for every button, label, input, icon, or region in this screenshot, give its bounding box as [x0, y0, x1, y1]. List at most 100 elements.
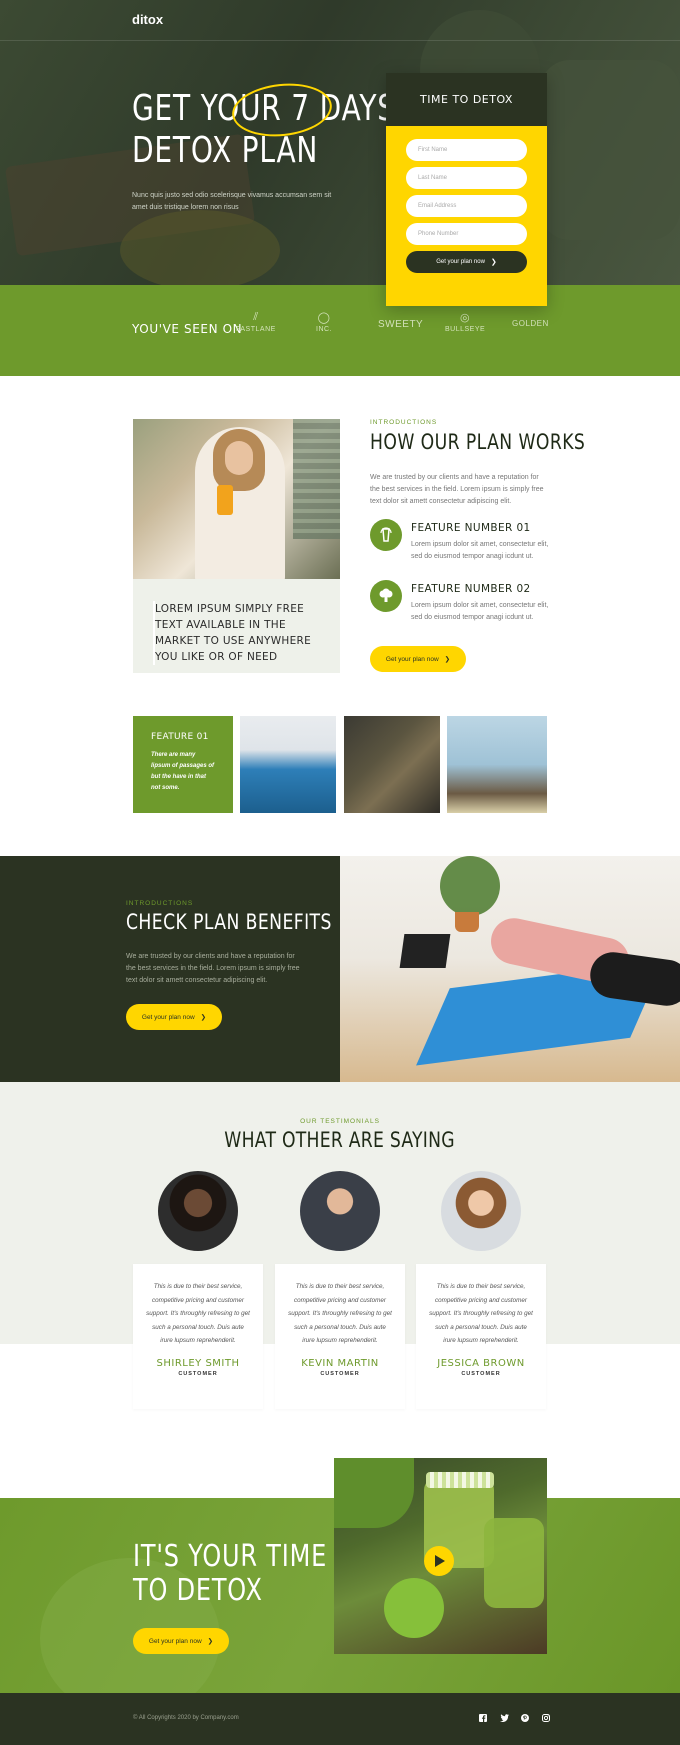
how-title: HOW OUR PLAN WORKS: [370, 430, 586, 454]
juice-glass: [217, 485, 233, 515]
testimonials-title: WHAT OTHER ARE SAYING: [224, 1128, 456, 1152]
cta-title-line1: IT'S YOUR TIME: [133, 1539, 328, 1574]
brand-name: SWEETY: [378, 319, 424, 330]
brand-name: GOLDEN: [512, 319, 549, 328]
testimonial-quote: This is due to their best service, compe…: [288, 1283, 392, 1344]
benefits-panel: INTRODUCTIONS CHECK PLAN BENEFITS We are…: [0, 856, 340, 1082]
chevron-right-icon: ❯: [444, 656, 451, 663]
greens-shape: [334, 1458, 414, 1528]
feature-title-2: FEATURE NUMBER 02: [411, 583, 531, 595]
plant-shape: [440, 856, 500, 916]
email-field[interactable]: Email Address: [406, 195, 527, 217]
hero-section: ditox GET YOUR 7 DAYS DETOX PLAN Nunc qu…: [0, 0, 680, 285]
testimonial-name: SHIRLEY SMITH: [156, 1357, 240, 1369]
footer: © All Copyrights 2020 by Company.com: [0, 1693, 680, 1745]
feature-icon-circle: [370, 580, 402, 612]
refresh-drink-icon: [380, 527, 392, 542]
seen-on-section: YOU'VE SEEN ON ⫽ FASTLANE ◯ INC. SWEETY ◎ B…: [0, 285, 680, 376]
last-name-field[interactable]: Last Name: [406, 167, 527, 189]
cta-title-line2: TO DETOX: [133, 1573, 263, 1608]
chevron-right-icon: ❯: [207, 1638, 214, 1645]
get-plan-button[interactable]: Get your plan now ❯: [406, 251, 527, 273]
plan-quote-box: LOREM IPSUM SIMPLY FREE TEXT AVAILABLE I…: [133, 579, 340, 673]
signup-form: TIME TO DETOX First Name Last Name Email…: [386, 73, 547, 306]
benefits-eyebrow: INTRODUCTIONS: [126, 900, 194, 907]
button-label: Get your plan now: [141, 1013, 195, 1021]
cta-title: IT'S YOUR TIME TO DETOX: [133, 1540, 327, 1608]
testimonial-name: JESSICA BROWN: [437, 1357, 525, 1369]
pinterest-icon[interactable]: [520, 1714, 530, 1724]
plant-pot: [455, 912, 479, 932]
site-logo[interactable]: ditox: [132, 12, 163, 27]
form-body: First Name Last Name Email Address Phone…: [386, 126, 547, 306]
feature-title-1: FEATURE NUMBER 01: [411, 522, 531, 534]
seen-on-label: YOU'VE SEEN ON: [132, 322, 243, 336]
button-label: Get your plan now: [385, 655, 439, 663]
fastlane-icon: ⫽: [253, 311, 259, 323]
cta-get-plan-button[interactable]: Get your plan now ❯: [133, 1628, 229, 1654]
how-eyebrow: INTRODUCTIONS: [370, 419, 438, 426]
testimonial-quote: This is due to their best service, compe…: [429, 1283, 533, 1344]
hero-title-line2: DETOX PLAN: [132, 130, 319, 171]
smoothie-jar: [484, 1518, 544, 1608]
bullseye-icon: ◎: [460, 312, 471, 324]
testimonial-role: CUSTOMER: [461, 1370, 501, 1377]
testimonial-card: This is due to their best service, compe…: [416, 1264, 546, 1409]
logo-text: ditox: [132, 12, 164, 27]
brand-name: BULLSEYE: [445, 326, 486, 333]
testimonial-role: CUSTOMER: [178, 1370, 218, 1377]
avatar: [441, 1171, 521, 1251]
feature-tile: FEATURE 01 There are many lipsum of pass…: [133, 716, 233, 813]
copyright-text: © All Copyrights 2020 by Company.com: [133, 1715, 239, 1721]
brand-logo-inc: ◯ INC.: [316, 311, 332, 333]
brand-logo-fastlane: ⫽ FASTLANE: [236, 311, 276, 333]
brand-logo-bullseye: ◎ BULLSEYE: [445, 311, 485, 333]
feature-text-1: Lorem ipsum dolor sit amet, consectetur …: [411, 541, 549, 560]
feature-text-2: Lorem ipsum dolor sit amet, consectetur …: [411, 602, 549, 621]
phone-field[interactable]: Phone Number: [406, 223, 527, 245]
testimonials-eyebrow: OUR TESTIMONIALS: [300, 1118, 380, 1125]
sea-drink-photo: [240, 716, 336, 813]
lemon-water-photo: [447, 716, 547, 813]
testimonials-title-wrap: WHAT OTHER ARE SAYING: [0, 1128, 680, 1152]
twitter-icon[interactable]: [499, 1714, 509, 1724]
woman-face: [225, 441, 253, 475]
how-get-plan-button[interactable]: Get your plan now ❯: [370, 646, 466, 672]
testimonial-name: KEVIN MARTIN: [301, 1357, 379, 1369]
testimonial-role: CUSTOMER: [320, 1370, 360, 1377]
yoga-photo: [340, 856, 680, 1082]
hero-background-shape: [540, 60, 680, 240]
testimonial-card: This is due to their best service, compe…: [133, 1264, 263, 1409]
avatar: [158, 1171, 238, 1251]
facebook-icon[interactable]: [478, 1714, 488, 1724]
feature-icon-circle: [370, 519, 402, 551]
play-button[interactable]: [424, 1546, 454, 1576]
inc-icon: ◯: [317, 312, 331, 324]
broccoli-icon: [379, 588, 393, 602]
nav-divider: [0, 40, 680, 41]
hero-background-shape: [120, 210, 280, 285]
feature-tile-title: FEATURE 01: [151, 732, 209, 742]
benefits-title: CHECK PLAN BENEFITS: [126, 910, 332, 934]
benefits-get-plan-button[interactable]: Get your plan now ❯: [126, 1004, 222, 1030]
avatar: [300, 1171, 380, 1251]
testimonial-card: This is due to their best service, compe…: [275, 1264, 405, 1409]
smoothie-photo: [344, 716, 440, 813]
feature-tile-text: There are many lipsum of passages of but…: [151, 752, 215, 791]
jar-lid: [426, 1472, 494, 1488]
benefits-description: We are trusted by our clients and have a…: [126, 953, 300, 984]
play-icon: [435, 1555, 445, 1567]
form-heading: TIME TO DETOX: [386, 73, 547, 126]
green-apple: [384, 1578, 444, 1638]
brand-name: INC.: [316, 326, 332, 333]
chevron-right-icon: ❯: [490, 259, 497, 266]
hero-description: Nunc quis justo sed odio scelerisque viv…: [132, 192, 332, 211]
how-description: We are trusted by our clients and have a…: [370, 474, 544, 505]
plan-quote-text: LOREM IPSUM SIMPLY FREE TEXT AVAILABLE I…: [153, 601, 320, 665]
first-name-field[interactable]: First Name: [406, 139, 527, 161]
instagram-icon[interactable]: [541, 1714, 551, 1724]
button-label: Get your plan now: [436, 259, 485, 265]
chevron-right-icon: ❯: [200, 1014, 207, 1021]
woman-with-juice-image: [133, 419, 340, 579]
brand-name: FASTLANE: [236, 326, 276, 333]
